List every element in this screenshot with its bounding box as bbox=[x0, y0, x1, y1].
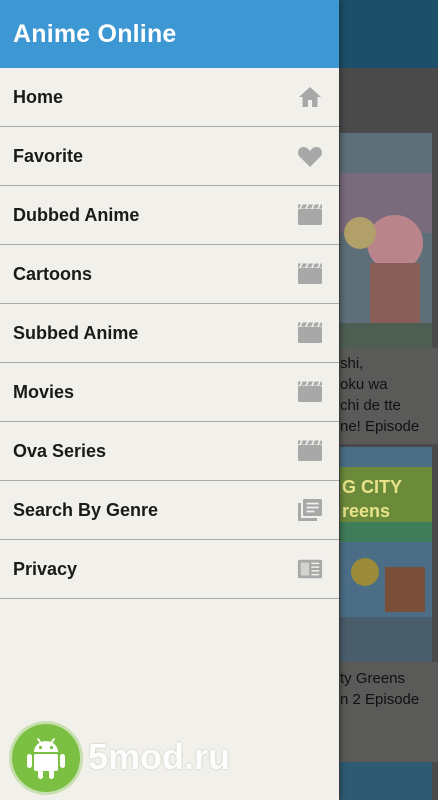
clapperboard-icon bbox=[297, 439, 323, 463]
menu-item-ova-series[interactable]: Ova Series bbox=[0, 422, 339, 481]
article-icon bbox=[297, 557, 323, 581]
library-icon bbox=[297, 498, 323, 522]
menu-item-label: Favorite bbox=[13, 145, 84, 166]
menu-item-label: Movies bbox=[13, 381, 75, 402]
menu-item-label: Search By Genre bbox=[13, 499, 159, 520]
menu-item-label: Dubbed Anime bbox=[13, 204, 140, 225]
menu-item-label: Subbed Anime bbox=[13, 322, 139, 343]
menu-item-subbed-anime[interactable]: Subbed Anime bbox=[0, 304, 339, 363]
clapperboard-icon bbox=[297, 262, 323, 286]
home-icon bbox=[297, 85, 323, 109]
menu-item-label: Cartoons bbox=[13, 263, 93, 284]
clapperboard-icon bbox=[297, 203, 323, 227]
anime-art-image bbox=[340, 133, 432, 348]
menu-item-favorite[interactable]: Favorite bbox=[0, 127, 339, 186]
menu-item-cartoons[interactable]: Cartoons bbox=[0, 245, 339, 304]
cartoon-art-caption: G CITY reens bbox=[342, 477, 403, 521]
menu-item-label: Privacy bbox=[13, 558, 78, 579]
drawer-menu: Home Favorite Dubbed Anime Cartoons Subb… bbox=[0, 68, 339, 599]
anime-card-thumbnail[interactable] bbox=[340, 762, 432, 800]
menu-item-search-by-genre[interactable]: Search By Genre bbox=[0, 481, 339, 540]
menu-item-dubbed-anime[interactable]: Dubbed Anime bbox=[0, 186, 339, 245]
menu-item-home[interactable]: Home bbox=[0, 68, 339, 127]
navigation-drawer: Anime Online Home Favorite Dubbed Anime … bbox=[0, 0, 339, 800]
clapperboard-icon bbox=[297, 321, 323, 345]
drawer-header: Anime Online bbox=[0, 0, 339, 68]
anime-card-thumbnail[interactable] bbox=[340, 133, 432, 348]
cartoon-card-title[interactable]: ty Greens n 2 Episode bbox=[340, 668, 438, 710]
heart-icon bbox=[297, 144, 323, 168]
menu-item-movies[interactable]: Movies bbox=[0, 363, 339, 422]
android-logo-icon bbox=[12, 724, 80, 792]
menu-item-label: Home bbox=[13, 86, 64, 107]
anime-card-title[interactable]: shi, oku wa chi de tte ne! Episode bbox=[340, 353, 438, 437]
menu-item-privacy[interactable]: Privacy bbox=[0, 540, 339, 599]
clapperboard-icon bbox=[297, 380, 323, 404]
menu-item-label: Ova Series bbox=[13, 440, 107, 461]
app-title: Anime Online bbox=[13, 19, 177, 48]
anime-card-thumbnail[interactable]: G CITY reens bbox=[340, 447, 432, 662]
watermark-text: 5mod.ru bbox=[88, 736, 231, 777]
